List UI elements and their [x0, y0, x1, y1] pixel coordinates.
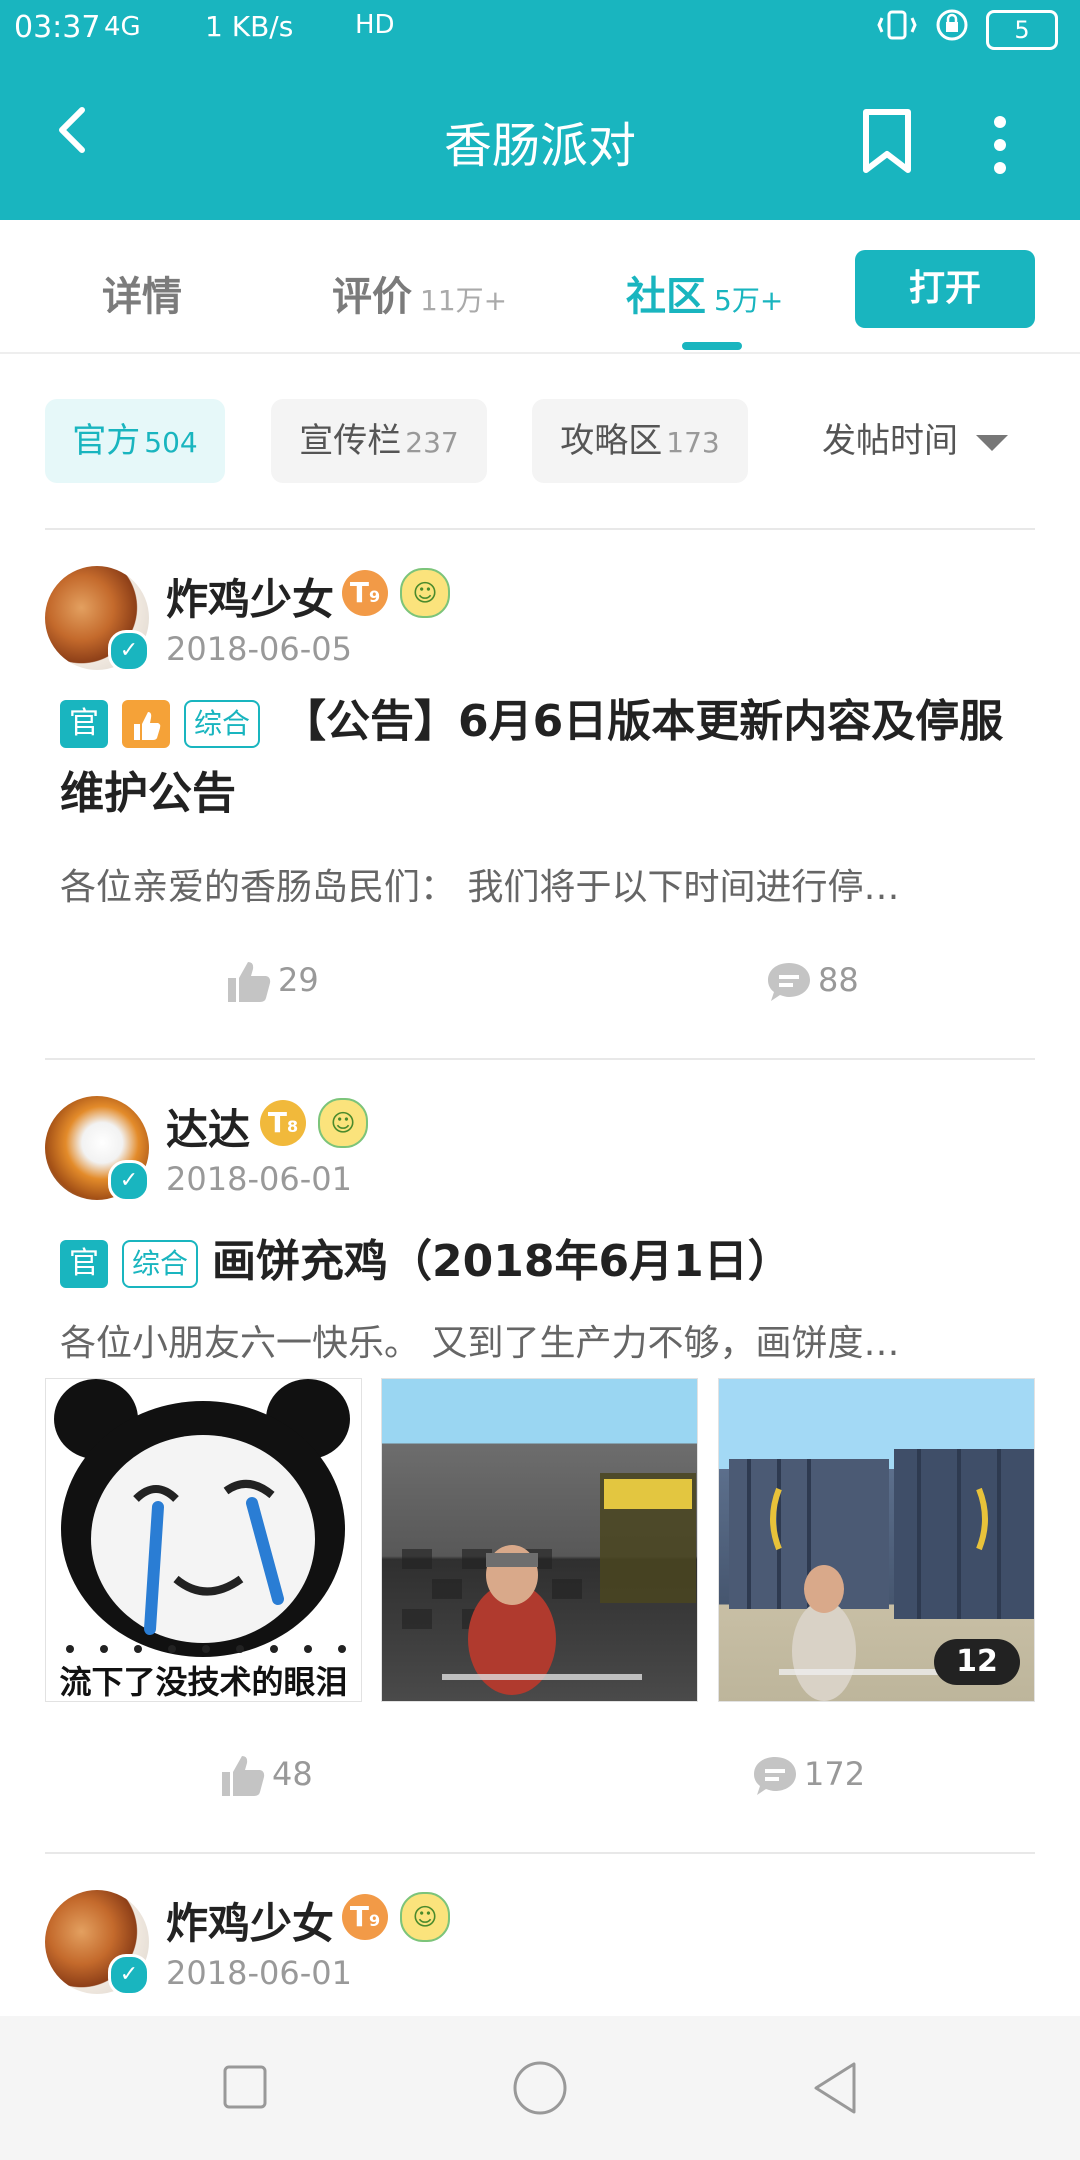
post-1-avatar-wrap[interactable]: ✓ [45, 566, 150, 672]
official-tag: 官 [60, 700, 108, 748]
thumb-up-icon [228, 962, 271, 1002]
panda-meme-image [54, 1379, 350, 1657]
sort-dropdown[interactable]: 发帖时间 [822, 399, 1008, 483]
tab-count: 5万+ [714, 284, 784, 317]
verified-icon: ✓ [108, 630, 150, 672]
post-image-meme[interactable]: 流下了没技术的眼泪 [45, 1378, 362, 1702]
post-image-gameplay-1[interactable] [381, 1378, 698, 1702]
like-button[interactable]: 29 [226, 960, 319, 1004]
home-button[interactable] [512, 2060, 568, 2116]
post-date: 2018-06-01 [166, 1954, 352, 1992]
verified-icon: ✓ [108, 1954, 150, 1996]
comment-icon [768, 963, 810, 1001]
hd-icon: HD [355, 10, 395, 40]
tab-reviews[interactable]: 评价 11万+ [332, 264, 507, 322]
filter-count: 504 [144, 426, 198, 459]
category-tag: 综合 [122, 1240, 199, 1288]
more-vertical-icon [994, 116, 1006, 174]
avatar-frame-icon: ☺ [318, 1098, 368, 1148]
post-title: 官综合 画饼充鸡（2018年6月1日） [60, 1226, 1040, 1298]
comment-count: 88 [818, 961, 859, 999]
signal-icon: 4G [104, 12, 141, 42]
meme-caption: 流下了没技术的眼泪 [59, 1663, 348, 1701]
gameplay-screenshot [402, 1473, 696, 1695]
verified-icon: ✓ [108, 1160, 150, 1202]
tab-details[interactable]: 详情 [102, 264, 182, 322]
avatar-frame-icon: ☺ [400, 1892, 450, 1942]
divider [45, 528, 1035, 530]
level-badge-icon: T9 [342, 1894, 388, 1940]
bookmark-icon [863, 109, 911, 173]
divider [45, 1852, 1035, 1854]
back-nav-button[interactable] [808, 2060, 864, 2116]
avatar-frame-icon: ☺ [400, 568, 450, 618]
comment-button[interactable]: 172 [752, 1754, 865, 1798]
status-time: 03:37 [14, 10, 101, 45]
status-icons [877, 8, 970, 49]
tab-count: 11万+ [420, 284, 508, 317]
recent-apps-button[interactable] [222, 2064, 268, 2110]
level-badge-icon: T9 [342, 570, 388, 616]
tab-label: 评价 [332, 274, 412, 320]
chevron-down-icon [976, 434, 1008, 451]
post-title-text: 画饼充鸡（2018年6月1日） [212, 1236, 792, 1287]
tab-label: 详情 [102, 274, 182, 320]
more-images-badge: 12 [934, 1639, 1020, 1685]
bookmark-button[interactable] [858, 106, 916, 178]
filter-count: 173 [666, 426, 720, 459]
post-1-title-block[interactable]: 官综合 【公告】6月6日版本更新内容及停服维护公告 [60, 686, 1040, 830]
category-tag: 综合 [184, 700, 261, 748]
post-2-title-block[interactable]: 官综合 画饼充鸡（2018年6月1日） [60, 1226, 1040, 1298]
hot-thumb-icon [122, 700, 170, 748]
app-header: 香肠派对 [0, 60, 1080, 220]
filter-label: 官方 [72, 421, 141, 461]
vibrate-icon [877, 10, 917, 40]
official-tag: 官 [60, 1240, 108, 1288]
page-title: 香肠派对 [443, 118, 636, 174]
open-button[interactable]: 打开 [855, 250, 1035, 328]
triangle-back-icon [814, 2062, 856, 2114]
filter-label: 攻略区 [560, 421, 663, 461]
tab-label: 社区 [626, 274, 706, 320]
post-date: 2018-06-01 [166, 1160, 352, 1198]
square-icon [223, 2065, 267, 2109]
post-author[interactable]: 炸鸡少女 [166, 566, 334, 627]
status-bar: 03:37 4G 1 KB/s HD 5 [0, 0, 1080, 60]
system-nav-bar [0, 2016, 1080, 2160]
post-title: 官综合 【公告】6月6日版本更新内容及停服维护公告 [60, 686, 1040, 830]
post-excerpt: 各位小朋友六一快乐。 又到了生产力不够，画饼度… [60, 1323, 900, 1364]
battery-indicator: 5 [986, 10, 1058, 50]
tab-community[interactable]: 社区 5万+ [626, 264, 783, 322]
rotation-lock-icon [936, 9, 968, 41]
divider [45, 1058, 1035, 1060]
comment-count: 172 [804, 1755, 866, 1793]
like-button[interactable]: 48 [220, 1754, 313, 1798]
filter-promo[interactable]: 宣传栏 237 [271, 399, 487, 483]
like-count: 29 [278, 961, 319, 999]
post-3-avatar-wrap[interactable]: ✓ [45, 1890, 150, 1996]
circle-icon [513, 2061, 567, 2115]
thumb-up-icon [222, 1756, 265, 1796]
post-2-avatar-wrap[interactable]: ✓ [45, 1096, 150, 1202]
comment-icon [754, 1757, 796, 1795]
comment-button[interactable]: 88 [766, 960, 859, 1004]
post-image-gameplay-2[interactable]: 12 [718, 1378, 1035, 1702]
filter-official[interactable]: 官方 504 [45, 399, 225, 483]
tab-indicator [682, 342, 742, 350]
like-count: 48 [272, 1755, 313, 1793]
post-author[interactable]: 炸鸡少女 [166, 1890, 334, 1951]
post-date: 2018-06-05 [166, 630, 352, 668]
net-speed: 1 KB/s [205, 10, 294, 43]
post-excerpt: 各位亲爱的香肠岛民们： 我们将于以下时间进行停… [60, 867, 900, 908]
post-author[interactable]: 达达 [166, 1096, 250, 1157]
level-badge-icon: T8 [260, 1100, 306, 1146]
filter-guides[interactable]: 攻略区 173 [532, 399, 748, 483]
sort-label: 发帖时间 [822, 421, 958, 461]
filter-count: 237 [405, 426, 459, 459]
filter-label: 宣传栏 [299, 421, 402, 461]
more-menu-button[interactable] [982, 110, 1018, 180]
